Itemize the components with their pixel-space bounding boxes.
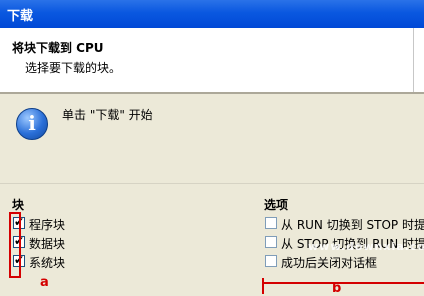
header-subtitle: 选择要下载的块。	[25, 61, 122, 75]
option-label: 从 RUN 切换到 STOP 时提示	[281, 218, 424, 232]
window-title: 下载	[7, 9, 34, 24]
watermark: www.downxia.com	[308, 240, 424, 253]
checkbox[interactable]	[265, 255, 277, 267]
title-bar[interactable]: 下载	[0, 0, 424, 28]
annotation-box-a	[9, 212, 21, 278]
info-icon: i	[16, 108, 48, 140]
annotation-label-b: b	[332, 281, 342, 296]
annotation-label-a: a	[40, 275, 49, 290]
section-separator	[0, 183, 424, 184]
blocks-title: 块	[12, 198, 25, 212]
wizard-header: 将块下载到 CPU 选择要下载的块。	[0, 28, 424, 92]
checkbox-label: 数据块	[29, 237, 66, 251]
checkbox[interactable]	[265, 236, 277, 248]
header-title: 将块下载到 CPU	[12, 41, 104, 55]
header-divider	[413, 28, 414, 92]
checkbox-label: 系统块	[29, 256, 66, 270]
annotation-line-b-horizontal	[264, 282, 424, 284]
info-text: 单击 "下载" 开始	[62, 108, 153, 122]
option-label: 成功后关闭对话框	[281, 256, 378, 270]
options-title: 选项	[264, 198, 289, 212]
annotation-line-b	[262, 278, 264, 294]
checkbox-label: 程序块	[29, 218, 66, 232]
checkbox[interactable]	[265, 217, 277, 229]
header-separator	[0, 92, 424, 94]
